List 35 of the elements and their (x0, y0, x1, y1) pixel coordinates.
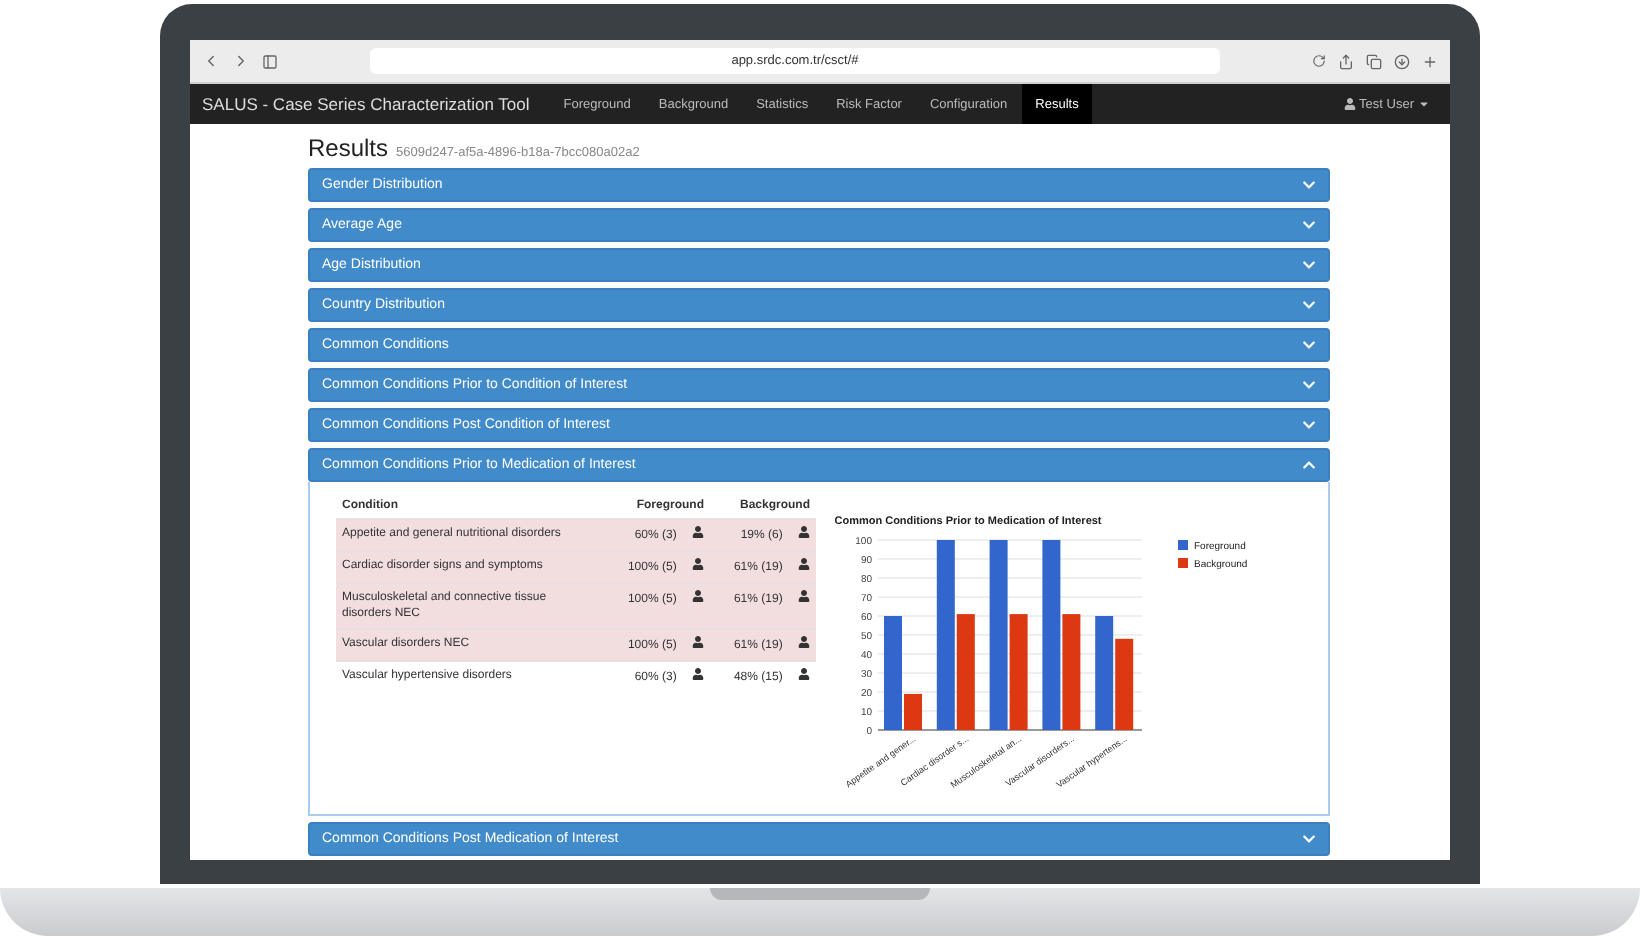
user-icon (1343, 98, 1356, 110)
chevron-down-icon (1302, 832, 1316, 846)
legend-swatch (1178, 558, 1188, 568)
back-icon[interactable] (202, 52, 220, 70)
bar (1095, 616, 1114, 730)
caret-icon (1418, 98, 1430, 110)
person-icon (798, 636, 810, 648)
chevron-down-icon (1302, 218, 1316, 232)
page-title: Results (308, 134, 389, 162)
person-icon (692, 590, 704, 602)
chevron-down-icon (1302, 298, 1316, 312)
person-icon (798, 526, 810, 538)
bar (1115, 638, 1134, 730)
download-icon[interactable] (1394, 53, 1410, 69)
chevron-up-icon (1302, 458, 1316, 472)
person-icon (692, 636, 704, 648)
person-icon (798, 668, 810, 680)
chevron-down-icon (1302, 178, 1316, 192)
chevron-down-icon (1302, 258, 1316, 272)
tabs-icon[interactable] (1366, 53, 1382, 69)
share-icon[interactable] (1338, 53, 1354, 69)
legend-swatch (1178, 540, 1188, 550)
chevron-down-icon (1302, 338, 1316, 352)
reload-icon[interactable] (1312, 54, 1326, 68)
person-icon (692, 558, 704, 570)
app-brand[interactable]: SALUS - Case Series Characterization Tool (202, 84, 530, 124)
sidebar-icon[interactable] (262, 53, 278, 69)
chevron-down-icon (1302, 378, 1316, 392)
person-icon (692, 526, 704, 538)
person-icon (798, 558, 810, 570)
person-icon (692, 668, 704, 680)
forward-icon[interactable] (232, 52, 250, 70)
plus-icon[interactable] (1422, 53, 1438, 69)
chevron-down-icon (1302, 418, 1316, 432)
person-icon (798, 590, 810, 602)
